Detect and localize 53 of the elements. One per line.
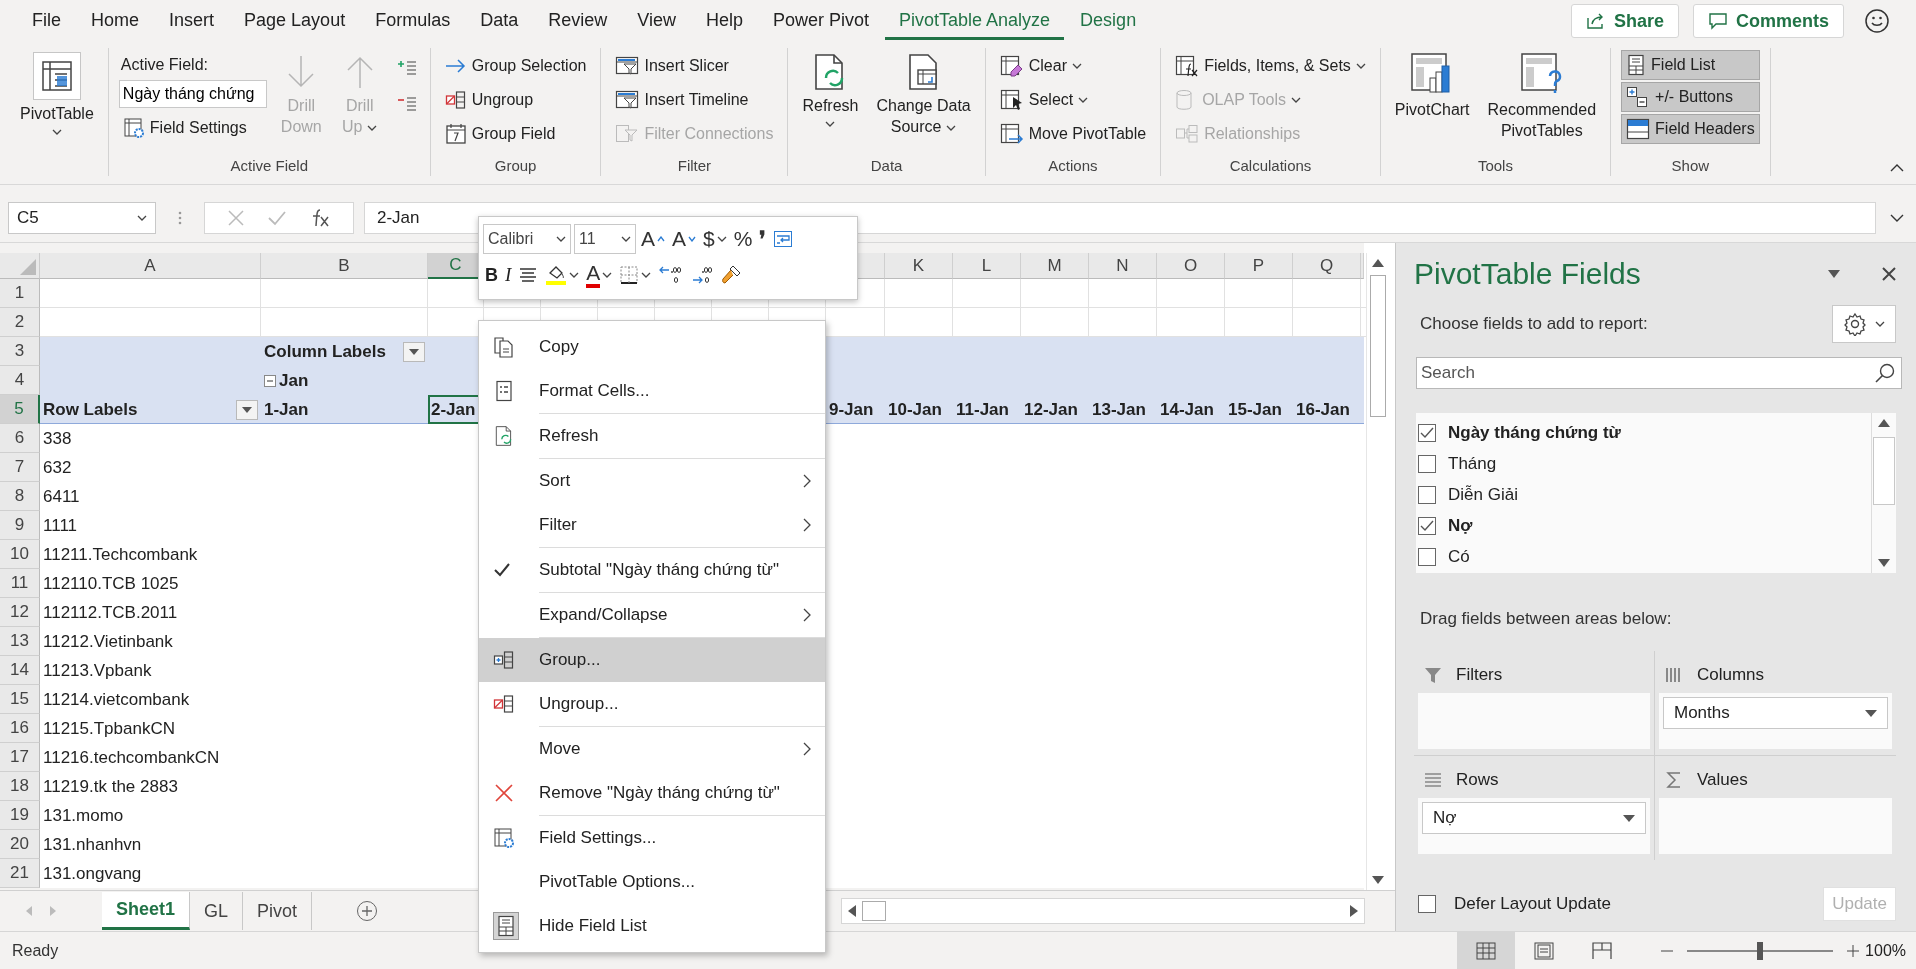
area-title: Columns bbox=[1697, 665, 1765, 685]
table-cell: 1111 bbox=[43, 515, 78, 536]
table-cell: 11215.TpbankCN bbox=[43, 718, 175, 739]
group-label: Calculations bbox=[1229, 157, 1312, 176]
table-cell: 632 bbox=[43, 457, 72, 478]
field-label: Active Field: bbox=[119, 55, 209, 75]
table-cell: 12-Jan bbox=[1024, 399, 1078, 420]
table-cell: 1-Jan bbox=[264, 399, 309, 420]
pane-title: PivotTable Fields bbox=[1414, 257, 1642, 291]
group-label: Show bbox=[1671, 157, 1710, 176]
area-title: Filters bbox=[1456, 665, 1503, 685]
group-label: Data bbox=[870, 157, 903, 176]
table-cell: 131.nhanhvn bbox=[43, 834, 142, 855]
group-label: Tools bbox=[1477, 157, 1513, 176]
status-text: Ready bbox=[12, 941, 59, 960]
table-cell: 11213.Vpbank bbox=[43, 660, 152, 681]
table-cell: 13-Jan bbox=[1092, 399, 1146, 420]
field-name: Ngày tháng chứng từ bbox=[1448, 422, 1621, 443]
table-cell: 15-Jan bbox=[1228, 399, 1282, 420]
table-cell: 11216.techcombankCN bbox=[43, 747, 220, 768]
table-cell: 2-Jan bbox=[431, 399, 476, 420]
table-cell: Column Labels bbox=[264, 341, 386, 362]
drag-hint: Drag fields between areas below: bbox=[1420, 609, 1673, 629]
choose-fields-label: Choose fields to add to report: bbox=[1420, 314, 1648, 334]
table-cell: 16-Jan bbox=[1296, 399, 1350, 420]
table-cell: 11-Jan bbox=[956, 399, 1009, 420]
group-label: Active Field bbox=[230, 157, 309, 176]
area-title: Values bbox=[1697, 770, 1748, 790]
table-cell: 131.ongvang bbox=[43, 863, 142, 884]
group-label: Group bbox=[494, 157, 537, 176]
field-name: Có bbox=[1448, 546, 1470, 567]
field-name: Diễn Giải bbox=[1448, 484, 1518, 505]
table-cell: 14-Jan bbox=[1160, 399, 1214, 420]
table-cell: 11219.tk the 2883 bbox=[43, 776, 178, 797]
table-cell: 112110.TCB 1025 bbox=[43, 573, 179, 594]
zoom-level: 100% bbox=[1865, 941, 1906, 960]
table-cell: 11212.Vietinbank bbox=[43, 631, 173, 652]
table-cell: 11211.Techcombank bbox=[43, 544, 198, 565]
table-cell: 131.momo bbox=[43, 805, 124, 826]
table-cell: 11214.vietcombank bbox=[43, 689, 190, 710]
field-name: Nợ bbox=[1448, 515, 1473, 536]
group-label: Filter bbox=[677, 157, 712, 176]
table-cell: Row Labels bbox=[43, 399, 138, 420]
table-cell: 9-Jan bbox=[829, 399, 874, 420]
table-cell: 112112.TCB.2011 bbox=[43, 602, 178, 623]
table-cell: 6411 bbox=[43, 486, 80, 507]
table-cell: 338 bbox=[43, 428, 72, 449]
table-cell: 10-Jan bbox=[888, 399, 942, 420]
area-title: Rows bbox=[1456, 770, 1499, 790]
group-label: Actions bbox=[1048, 157, 1098, 176]
defer-label: Defer Layout Update bbox=[1454, 894, 1611, 914]
field-name: Tháng bbox=[1448, 453, 1497, 474]
table-cell: Jan bbox=[279, 370, 309, 391]
